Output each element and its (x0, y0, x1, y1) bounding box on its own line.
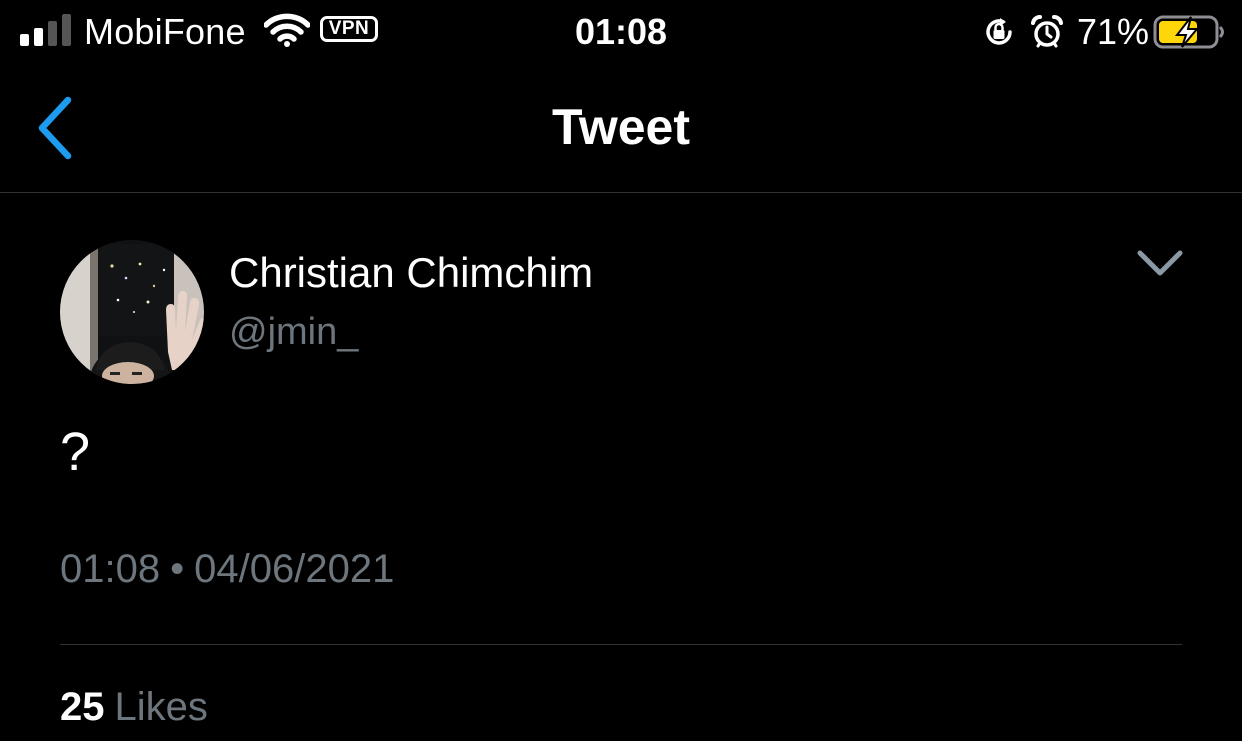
alarm-icon (1031, 14, 1063, 49)
wifi-icon (263, 13, 311, 47)
rotation-lock-icon (983, 16, 1015, 48)
chevron-down-icon (1137, 250, 1183, 276)
status-bar: MobiFone VPN 01:08 71% (0, 0, 1242, 64)
likes-stat[interactable]: 25 Likes (60, 682, 208, 732)
page-title: Tweet (552, 99, 690, 155)
nav-bar: Tweet (0, 64, 1242, 193)
tweet-time: 01:08 (60, 547, 161, 591)
tweet-timestamp: 01:08 • 04/06/2021 (60, 544, 394, 594)
cellular-signal-icon (20, 14, 72, 46)
author-handle[interactable]: @jmin_ (229, 309, 358, 355)
likes-label: Likes (114, 685, 208, 729)
likes-count: 25 (60, 685, 105, 729)
avatar[interactable] (60, 240, 204, 384)
author-name[interactable]: Christian Chimchim (229, 248, 593, 298)
meta-separator: • (170, 547, 185, 591)
tweet-date: 04/06/2021 (194, 547, 395, 591)
battery-percentage: 71% (1077, 11, 1150, 52)
profile-photo (60, 240, 204, 384)
status-time: 01:08 (574, 11, 668, 52)
vpn-badge: VPN (320, 16, 378, 42)
battery-charging-icon (1153, 15, 1227, 49)
carrier-name: MobiFone (84, 11, 246, 52)
divider (60, 644, 1182, 645)
tweet-options-button[interactable] (1128, 238, 1192, 290)
tweet-text: ? (60, 422, 91, 482)
